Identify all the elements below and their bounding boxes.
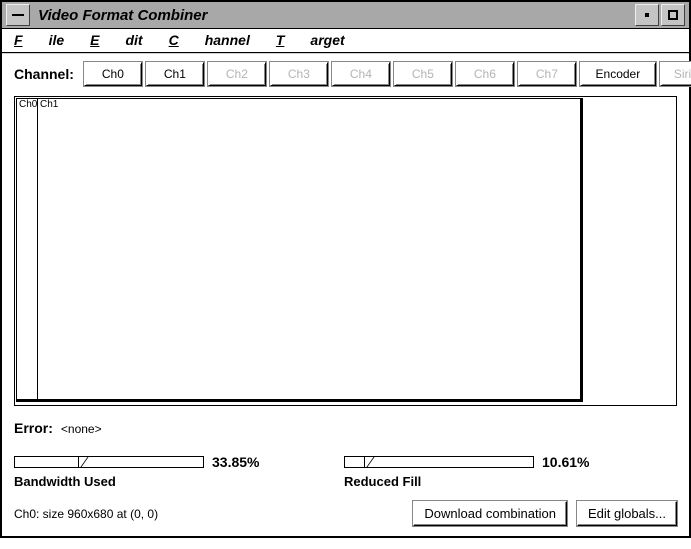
- window-title: Video Format Combiner: [38, 7, 207, 24]
- status-text: Ch0: size 960x680 at (0, 0): [14, 507, 403, 521]
- error-label: Error:: [14, 420, 53, 436]
- maximize-button[interactable]: [661, 4, 685, 26]
- bandwidth-meter: [14, 456, 204, 468]
- menu-channel[interactable]: Channel: [169, 32, 250, 48]
- bandwidth-meter-block: 33.85% Bandwidth Used: [14, 454, 284, 489]
- channel-btn-ch5: Ch5: [394, 62, 452, 86]
- error-row: Error: <none>: [14, 420, 677, 436]
- error-value: <none>: [61, 422, 102, 436]
- fill-percent: 10.61%: [542, 454, 589, 470]
- system-menu-icon[interactable]: [6, 4, 30, 26]
- menu-edit[interactable]: Edit: [90, 32, 142, 48]
- canvas-ch1-rect[interactable]: Ch1: [37, 98, 583, 402]
- menu-bar: File Edit Channel Target: [2, 29, 689, 52]
- channel-btn-encoder[interactable]: Encoder: [580, 62, 656, 86]
- content-area: Channel: Ch0 Ch1 Ch2 Ch3 Ch4 Ch5 Ch6 Ch7…: [2, 54, 689, 536]
- fill-meter: [344, 456, 534, 468]
- channel-btn-ch4: Ch4: [332, 62, 390, 86]
- bandwidth-meter-fill: [15, 457, 79, 467]
- edit-globals-button[interactable]: Edit globals...: [577, 501, 677, 526]
- fill-caption: Reduced Fill: [344, 474, 614, 489]
- channel-btn-ch0[interactable]: Ch0: [84, 62, 142, 86]
- channel-btn-ch7: Ch7: [518, 62, 576, 86]
- app-window: Video Format Combiner File Edit Channel …: [0, 0, 691, 538]
- channel-btn-ch3: Ch3: [270, 62, 328, 86]
- channel-row: Channel: Ch0 Ch1 Ch2 Ch3 Ch4 Ch5 Ch6 Ch7…: [14, 62, 677, 86]
- bottom-row: Ch0: size 960x680 at (0, 0) Download com…: [14, 501, 677, 526]
- canvas-ch0-label: Ch0: [19, 99, 37, 110]
- channel-btn-ch6: Ch6: [456, 62, 514, 86]
- fill-meter-block: 10.61% Reduced Fill: [344, 454, 614, 489]
- channel-btn-ch1[interactable]: Ch1: [146, 62, 204, 86]
- menu-target[interactable]: Target: [276, 32, 345, 48]
- channel-label: Channel:: [14, 66, 74, 82]
- meter-row: 33.85% Bandwidth Used 10.61% Reduced Fil…: [14, 454, 677, 489]
- bandwidth-percent: 33.85%: [212, 454, 259, 470]
- channel-btn-ch2: Ch2: [208, 62, 266, 86]
- preview-canvas[interactable]: Ch0 Ch1: [14, 96, 677, 406]
- channel-btn-sirius: Sirius: [660, 62, 691, 86]
- download-combination-button[interactable]: Download combination: [413, 501, 567, 526]
- menu-file[interactable]: File: [14, 32, 64, 48]
- minimize-button[interactable]: [635, 4, 659, 26]
- fill-meter-fill: [345, 457, 365, 467]
- title-bar: Video Format Combiner: [2, 2, 689, 29]
- bandwidth-caption: Bandwidth Used: [14, 474, 284, 489]
- canvas-ch1-label: Ch1: [40, 99, 58, 110]
